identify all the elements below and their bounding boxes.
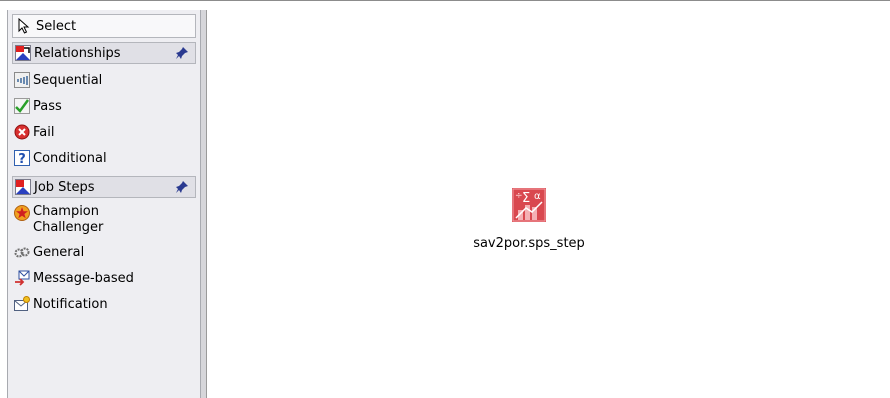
select-tool[interactable]: Select bbox=[12, 14, 196, 38]
job-step-node-label: sav2por.sps_step bbox=[473, 236, 585, 251]
palette-item-general[interactable]: General bbox=[12, 240, 196, 264]
panel-splitter[interactable] bbox=[201, 10, 207, 398]
select-tool-label: Select bbox=[36, 18, 77, 34]
notification-icon bbox=[14, 296, 30, 311]
sequential-label: Sequential bbox=[33, 72, 103, 88]
notification-label: Notification bbox=[33, 296, 108, 312]
cursor-arrow-icon bbox=[18, 18, 30, 34]
palette-panel: Select Relationships Sequential Pass Fai… bbox=[7, 10, 201, 398]
gears-icon bbox=[14, 247, 30, 258]
message-based-label: Message-based bbox=[33, 270, 134, 286]
job-steps-icon bbox=[15, 179, 31, 195]
svg-text:α: α bbox=[534, 191, 541, 202]
svg-text:Σ: Σ bbox=[522, 191, 530, 206]
conditional-label: Conditional bbox=[33, 150, 107, 166]
pass-label: Pass bbox=[33, 98, 62, 114]
palette-item-champion-challenger[interactable]: Champion Challenger bbox=[12, 204, 196, 238]
palette-item-notification[interactable]: Notification bbox=[12, 292, 196, 316]
relationships-header-label: Relationships bbox=[34, 45, 121, 61]
pin-icon[interactable] bbox=[175, 180, 189, 194]
relationships-icon bbox=[15, 45, 31, 61]
fail-x-icon bbox=[14, 124, 30, 140]
fail-label: Fail bbox=[33, 124, 55, 140]
relationships-group-header[interactable]: Relationships bbox=[12, 42, 196, 64]
palette-item-pass[interactable]: Pass bbox=[12, 94, 196, 118]
job-canvas[interactable]: ÷ Σ α sav2por.sps_step bbox=[208, 10, 890, 398]
job-editor-window: Select Relationships Sequential Pass Fai… bbox=[0, 0, 890, 398]
general-label: General bbox=[33, 244, 85, 260]
svg-text:?: ? bbox=[18, 152, 26, 166]
star-icon bbox=[14, 205, 30, 221]
palette-item-fail[interactable]: Fail bbox=[12, 120, 196, 144]
pin-icon[interactable] bbox=[175, 46, 189, 60]
job-steps-header-label: Job Steps bbox=[34, 179, 95, 195]
check-icon bbox=[14, 98, 30, 114]
palette-item-conditional[interactable]: ? Conditional bbox=[12, 146, 196, 170]
palette-item-message-based[interactable]: Message-based bbox=[12, 266, 196, 290]
top-border bbox=[0, 0, 890, 1]
job-steps-group-header[interactable]: Job Steps bbox=[12, 176, 196, 198]
statistics-step-icon[interactable]: ÷ Σ α bbox=[512, 188, 546, 222]
sequential-icon bbox=[14, 72, 30, 88]
palette-item-sequential[interactable]: Sequential bbox=[12, 68, 196, 92]
champion-challenger-label: Champion Challenger bbox=[33, 204, 104, 235]
job-step-node[interactable]: ÷ Σ α sav2por.sps_step bbox=[464, 188, 594, 251]
question-icon: ? bbox=[14, 150, 30, 166]
message-envelope-icon bbox=[15, 270, 30, 286]
